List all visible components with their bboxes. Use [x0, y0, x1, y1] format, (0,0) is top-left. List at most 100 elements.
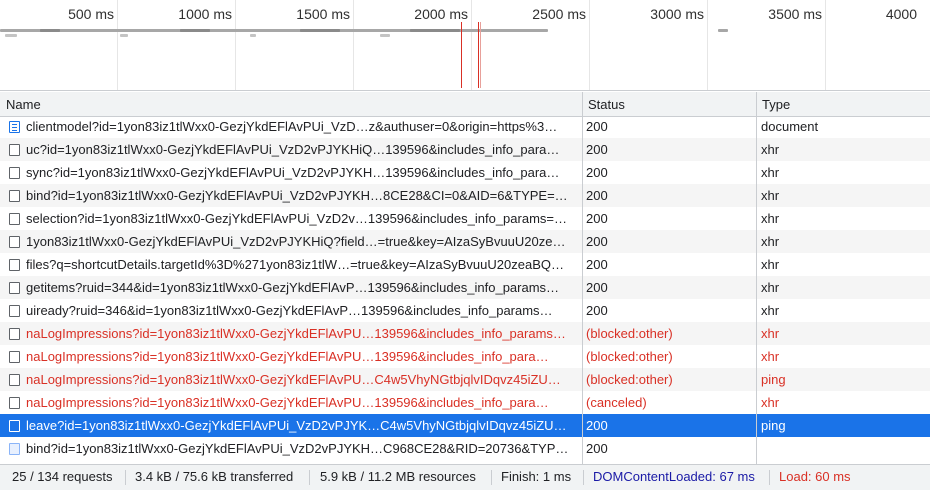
request-row[interactable]: clientmodel?id=1yon83iz1tlWxx0-GezjYkdEF… — [0, 117, 930, 138]
request-name: leave?id=1yon83iz1tlWxx0-GezjYkdEFlAvPUi… — [26, 418, 567, 433]
resources-size: 5.9 kB / 11.2 MB resources — [320, 469, 476, 484]
tick-line — [117, 0, 118, 90]
request-name: getitems?ruid=344&id=1yon83iz1tlWxx0-Gez… — [26, 280, 560, 295]
divider — [583, 470, 584, 485]
request-status: 200 — [586, 142, 608, 157]
request-type: ping — [761, 418, 786, 433]
domcontentloaded-time: DOMContentLoaded: 67 ms — [593, 469, 755, 484]
request-type: xhr — [761, 165, 780, 180]
request-row[interactable]: naLogImpressions?id=1yon83iz1tlWxx0-Gezj… — [0, 322, 930, 345]
tick-label: 1000 ms — [178, 6, 232, 22]
column-header-name[interactable]: Name — [0, 92, 582, 117]
request-icon — [9, 190, 20, 202]
request-row[interactable]: naLogImpressions?id=1yon83iz1tlWxx0-Gezj… — [0, 391, 930, 414]
tick-label: 500 ms — [68, 6, 114, 22]
request-list: clientmodel?id=1yon83iz1tlWxx0-GezjYkdEF… — [0, 117, 930, 464]
request-icon — [9, 328, 20, 340]
requests-count: 25 / 134 requests — [12, 469, 113, 484]
request-icon — [9, 144, 20, 156]
column-divider[interactable] — [582, 92, 583, 464]
request-status: (blocked:other) — [586, 372, 673, 387]
request-type: xhr — [761, 326, 780, 341]
tick-label: 4000 — [885, 6, 917, 22]
request-row[interactable]: bind?id=1yon83iz1tlWxx0-GezjYkdEFlAvPUi_… — [0, 437, 930, 460]
request-status: 200 — [586, 441, 608, 456]
request-type: ping — [761, 372, 786, 387]
request-name: uiready?ruid=346&id=1yon83iz1tlWxx0-Gezj… — [26, 303, 553, 318]
transferred-size: 3.4 kB / 75.6 kB transferred — [135, 469, 294, 484]
request-row[interactable]: sync?id=1yon83iz1tlWxx0-GezjYkdEFlAvPUi_… — [0, 161, 930, 184]
request-name: files?q=shortcutDetails.targetId%3D%271y… — [26, 257, 564, 272]
column-divider[interactable] — [756, 92, 757, 464]
request-row[interactable]: uc?id=1yon83iz1tlWxx0-GezjYkdEFlAvPUi_Vz… — [0, 138, 930, 161]
column-header-status[interactable]: Status — [582, 92, 756, 117]
request-row[interactable]: 1yon83iz1tlWxx0-GezjYkdEFlAvPUi_VzD2vPJY… — [0, 230, 930, 253]
request-name: 1yon83iz1tlWxx0-GezjYkdEFlAvPUi_VzD2vPJY… — [26, 234, 566, 249]
tick-line — [235, 0, 236, 90]
tick-label: 2000 ms — [414, 6, 468, 22]
tick-line — [825, 0, 826, 90]
request-name: naLogImpressions?id=1yon83iz1tlWxx0-Gezj… — [26, 372, 561, 387]
request-row[interactable]: selection?id=1yon83iz1tlWxx0-GezjYkdEFlA… — [0, 207, 930, 230]
request-name: bind?id=1yon83iz1tlWxx0-GezjYkdEFlAvPUi_… — [26, 441, 569, 456]
request-status: (blocked:other) — [586, 326, 673, 341]
request-icon — [9, 351, 20, 363]
request-icon — [9, 420, 20, 432]
column-header-type[interactable]: Type — [756, 92, 930, 117]
tick-label: 2500 ms — [532, 6, 586, 22]
request-name: naLogImpressions?id=1yon83iz1tlWxx0-Gezj… — [26, 349, 549, 364]
request-type: xhr — [761, 303, 780, 318]
request-bar — [0, 29, 548, 32]
image-icon — [9, 443, 20, 455]
request-bar — [40, 29, 60, 32]
request-icon — [9, 259, 20, 271]
overview-timeline[interactable]: 500 ms 1000 ms 1500 ms 2000 ms 2500 ms 3… — [0, 0, 930, 91]
request-type: document — [761, 119, 819, 134]
request-icon — [9, 213, 20, 225]
request-icon — [9, 282, 20, 294]
request-status: 200 — [586, 119, 608, 134]
request-row[interactable]: bind?id=1yon83iz1tlWxx0-GezjYkdEFlAvPUi_… — [0, 184, 930, 207]
request-row[interactable]: naLogImpressions?id=1yon83iz1tlWxx0-Gezj… — [0, 345, 930, 368]
request-type: xhr — [761, 257, 780, 272]
request-name: sync?id=1yon83iz1tlWxx0-GezjYkdEFlAvPUi_… — [26, 165, 560, 180]
request-bar — [718, 29, 728, 32]
request-status: 200 — [586, 418, 608, 433]
divider — [125, 470, 126, 485]
request-row[interactable]: leave?id=1yon83iz1tlWxx0-GezjYkdEFlAvPUi… — [0, 414, 930, 437]
request-name: selection?id=1yon83iz1tlWxx0-GezjYkdEFlA… — [26, 211, 567, 226]
tick-label: 1500 ms — [296, 6, 350, 22]
request-row[interactable]: naLogImpressions?id=1yon83iz1tlWxx0-Gezj… — [0, 368, 930, 391]
request-bar — [5, 34, 17, 37]
request-icon — [9, 305, 20, 317]
request-icon — [9, 167, 20, 179]
request-icon — [9, 236, 20, 248]
request-row[interactable]: getitems?ruid=344&id=1yon83iz1tlWxx0-Gez… — [0, 276, 930, 299]
request-bar — [410, 29, 460, 32]
request-type: xhr — [761, 211, 780, 226]
request-type: xhr — [761, 188, 780, 203]
request-status: (canceled) — [586, 395, 647, 410]
request-status: 200 — [586, 188, 608, 203]
request-status: 200 — [586, 303, 608, 318]
divider — [769, 470, 770, 485]
document-icon — [9, 121, 20, 133]
divider — [309, 470, 310, 485]
summary-bar: 25 / 134 requests 3.4 kB / 75.6 kB trans… — [0, 464, 930, 490]
request-status: (blocked:other) — [586, 349, 673, 364]
tick-line — [471, 0, 472, 90]
request-row[interactable]: files?q=shortcutDetails.targetId%3D%271y… — [0, 253, 930, 276]
request-bar — [180, 29, 210, 32]
load-marker — [461, 22, 462, 88]
request-bar — [120, 34, 128, 37]
load-marker — [480, 22, 481, 88]
request-status: 200 — [586, 165, 608, 180]
request-name: naLogImpressions?id=1yon83iz1tlWxx0-Gezj… — [26, 395, 549, 410]
request-row[interactable]: uiready?ruid=346&id=1yon83iz1tlWxx0-Gezj… — [0, 299, 930, 322]
request-status: 200 — [586, 234, 608, 249]
request-status: 200 — [586, 211, 608, 226]
table-header: Name Status Type — [0, 92, 930, 117]
request-icon — [9, 374, 20, 386]
tick-line — [707, 0, 708, 90]
finish-time: Finish: 1 ms — [501, 469, 572, 484]
